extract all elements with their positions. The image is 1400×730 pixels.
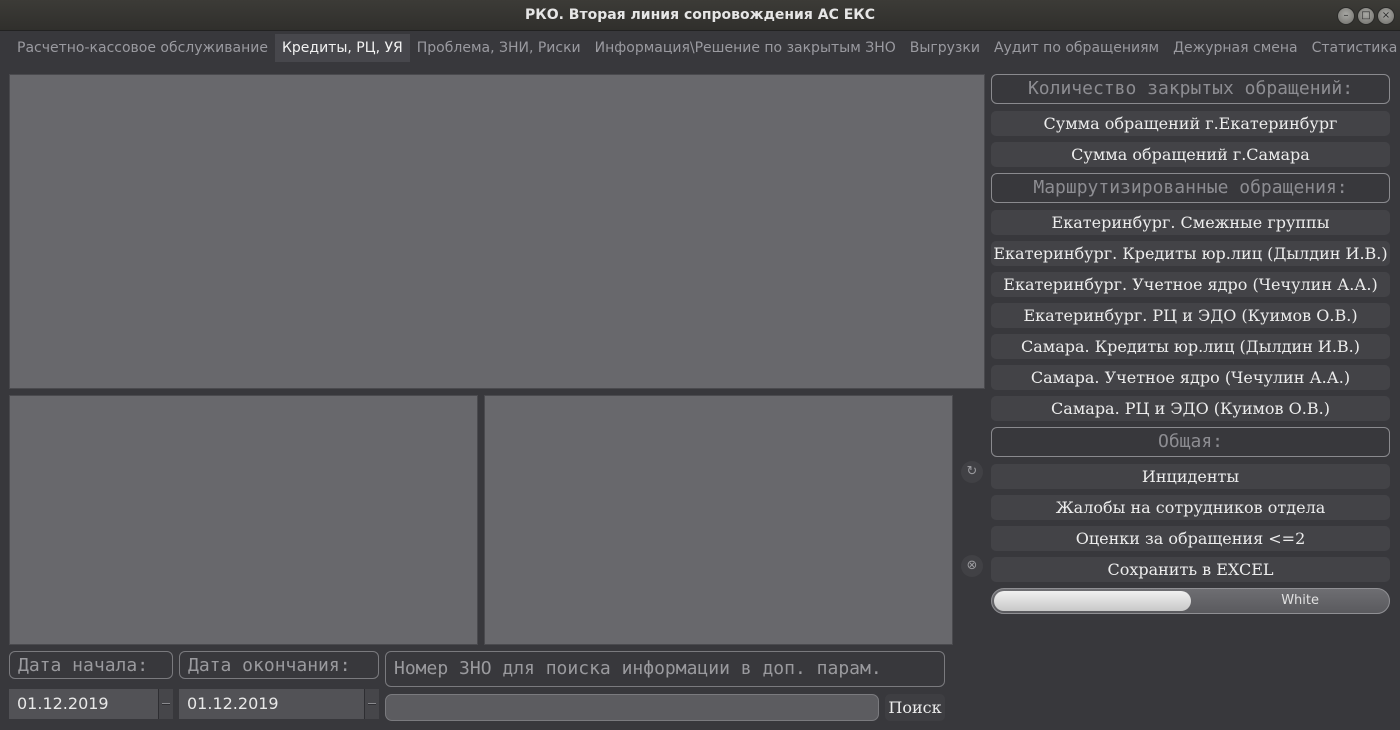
tab-rko[interactable]: Расчетно-кассовое обслуживание: [10, 34, 275, 62]
window-title: РКО. Вторая линия сопровождения АС ЕКС: [525, 7, 875, 23]
minimize-icon[interactable]: –: [1337, 7, 1355, 25]
start-date-value: 01.12.2019: [17, 694, 109, 713]
end-date-input[interactable]: 01.12.2019: [179, 689, 379, 719]
samara-accounting-core-button[interactable]: Самара. Учетное ядро (Чечулин А.А.): [991, 365, 1390, 390]
app-window: РКО. Вторая линия сопровождения АС ЕКС –…: [0, 0, 1400, 730]
ekb-adjacent-groups-button[interactable]: Екатеринбург. Смежные группы: [991, 210, 1390, 235]
zno-search-input[interactable]: [385, 694, 879, 721]
low-ratings-button[interactable]: Оценки за обращения <=2: [991, 526, 1390, 551]
close-icon[interactable]: ×: [1377, 7, 1395, 25]
zno-search-label: Номер ЗНО для поиска информации в доп. п…: [385, 651, 945, 687]
refresh-icon[interactable]: ↻: [961, 461, 983, 483]
right-display-panel: [484, 395, 953, 645]
theme-toggle-label: White: [1281, 593, 1319, 608]
start-date-spinner[interactable]: [158, 689, 173, 719]
tab-audit[interactable]: Аудит по обращениям: [987, 34, 1166, 62]
sum-ekb-button[interactable]: Сумма обращений г.Екатеринбург: [991, 111, 1390, 136]
tab-info[interactable]: Информация\Решение по закрытым ЗНО: [588, 34, 903, 62]
ekb-accounting-core-button[interactable]: Екатеринбург. Учетное ядро (Чечулин А.А.…: [991, 272, 1390, 297]
closed-requests-header: Количество закрытых обращений:: [991, 74, 1390, 104]
samara-corporate-credits-button[interactable]: Самара. Кредиты юр.лиц (Дылдин И.В.): [991, 334, 1390, 359]
tab-credits[interactable]: Кредиты, РЦ, УЯ: [274, 34, 410, 62]
search-button[interactable]: Поиск: [885, 694, 945, 721]
start-date-label: Дата начала:: [9, 651, 173, 679]
tab-exports[interactable]: Выгрузки: [903, 34, 987, 62]
end-date-spinner[interactable]: [364, 689, 379, 719]
general-header: Общая:: [991, 427, 1390, 457]
incidents-button[interactable]: Инциденты: [991, 464, 1390, 489]
title-bar: РКО. Вторая линия сопровождения АС ЕКС –…: [0, 0, 1400, 31]
start-date-input[interactable]: 01.12.2019: [9, 689, 173, 719]
main-display-panel: [9, 74, 985, 389]
ekb-corporate-credits-button[interactable]: Екатеринбург. Кредиты юр.лиц (Дылдин И.В…: [991, 241, 1390, 266]
routed-requests-header: Маршрутизированные обращения:: [991, 173, 1390, 203]
maximize-icon[interactable]: □: [1357, 7, 1375, 25]
theme-toggle-knob[interactable]: [994, 591, 1191, 611]
theme-toggle[interactable]: White: [991, 588, 1390, 614]
sum-samara-button[interactable]: Сумма обращений г.Самара: [991, 142, 1390, 167]
ekb-rc-edo-button[interactable]: Екатеринбург. РЦ и ЭДО (Куимов О.В.): [991, 303, 1390, 328]
tab-duty[interactable]: Дежурная смена: [1166, 34, 1305, 62]
end-date-value: 01.12.2019: [187, 694, 279, 713]
samara-rc-edo-button[interactable]: Самара. РЦ и ЭДО (Куимов О.В.): [991, 396, 1390, 421]
left-display-panel: [9, 395, 478, 645]
tab-statistics[interactable]: Статистика: [1305, 34, 1400, 62]
end-date-label: Дата окончания:: [179, 651, 379, 679]
save-excel-button[interactable]: Сохранить в EXCEL: [991, 557, 1390, 582]
complaints-button[interactable]: Жалобы на сотрудников отдела: [991, 495, 1390, 520]
clear-icon[interactable]: ⊗: [961, 555, 983, 577]
tab-problems[interactable]: Проблема, ЗНИ, Риски: [410, 34, 588, 62]
tab-bar: Расчетно-кассовое обслуживание Кредиты, …: [10, 34, 1400, 62]
